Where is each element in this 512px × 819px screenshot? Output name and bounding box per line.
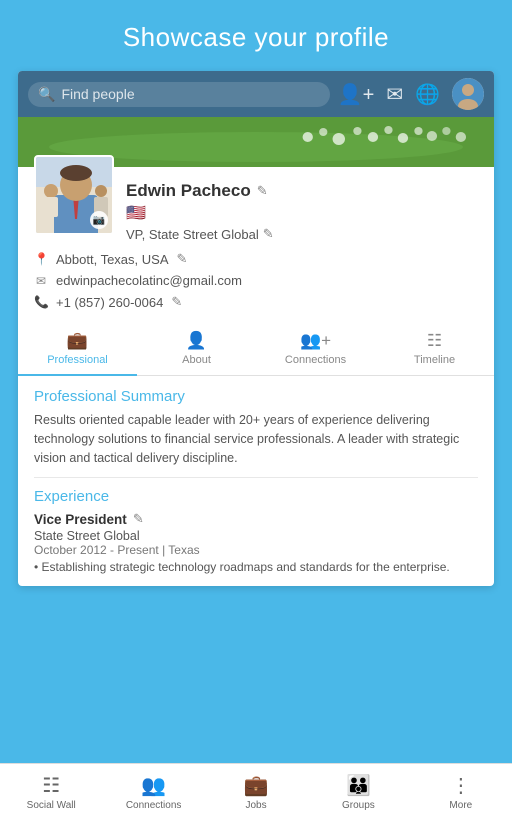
profile-title: VP, State Street Global ✎ [126, 226, 478, 242]
search-bar: 🔍 👤+ ✉ 🌐 [18, 71, 494, 117]
nav-jobs-label: Jobs [245, 800, 266, 811]
location-icon: 📍 [34, 252, 48, 266]
app-header: Showcase your profile [0, 0, 512, 71]
tab-about[interactable]: 👤 About [137, 323, 256, 375]
location-text: Abbott, Texas, USA [56, 252, 169, 267]
phone-text: +1 (857) 260-0064 [56, 295, 163, 310]
profile-name: Edwin Pacheco [126, 181, 251, 201]
profile-section: 📷 Edwin Pacheco ✎ 🇺🇸 VP, State Street Gl… [18, 167, 494, 242]
nav-groups-label: Groups [342, 800, 375, 811]
tab-professional[interactable]: 💼 Professional [18, 323, 137, 376]
nav-jobs[interactable]: 💼 Jobs [205, 764, 307, 819]
search-action-icons: 👤+ ✉ 🌐 [338, 78, 484, 110]
profile-name-row: Edwin Pacheco ✎ [126, 181, 478, 201]
globe-icon[interactable]: 🌐 [415, 82, 440, 107]
app-background: Showcase your profile 🔍 👤+ ✉ 🌐 [0, 0, 512, 586]
professional-summary-section: ✎ Professional Summary Results oriented … [34, 388, 478, 467]
search-icon: 🔍 [38, 86, 55, 103]
nav-social-wall-label: Social Wall [27, 800, 76, 811]
summary-section-title: Professional Summary [34, 388, 478, 405]
tab-connections[interactable]: 👥+ Connections [256, 323, 375, 375]
summary-text: Results oriented capable leader with 20+… [34, 411, 478, 467]
jobs-nav-icon: 💼 [244, 773, 269, 798]
edit-summary-icon[interactable]: ✎ [466, 376, 478, 377]
tab-timeline[interactable]: ☷ Timeline [375, 323, 494, 375]
tab-professional-label: Professional [47, 354, 108, 366]
tab-connections-label: Connections [285, 354, 346, 366]
nav-connections-label: Connections [126, 800, 182, 811]
people-icon: 👥+ [300, 331, 331, 351]
people-connect-icon[interactable]: 👤+ [338, 82, 375, 107]
camera-icon[interactable]: 📷 [90, 211, 108, 229]
message-icon[interactable]: ✉ [386, 82, 403, 107]
tab-timeline-label: Timeline [414, 354, 455, 366]
edit-location-icon[interactable]: ✎ [177, 251, 188, 267]
profile-flag-row: 🇺🇸 [126, 203, 478, 223]
experience-section: Experience Vice President ✎ State Street… [34, 488, 478, 574]
person-icon: 👤 [186, 331, 207, 351]
profile-card: 🔍 👤+ ✉ 🌐 [18, 71, 494, 586]
edit-phone-icon[interactable]: ✎ [171, 294, 182, 310]
location-row: 📍 Abbott, Texas, USA ✎ [34, 248, 478, 270]
nav-social-wall[interactable]: ☷ Social Wall [0, 764, 102, 819]
edit-title-icon[interactable]: ✎ [263, 226, 274, 242]
country-flag: 🇺🇸 [126, 205, 146, 222]
job-company: State Street Global [34, 529, 478, 543]
nav-connections[interactable]: 👥 Connections [102, 764, 204, 819]
profile-title-text: VP, State Street Global [126, 227, 259, 242]
search-input[interactable] [61, 86, 319, 102]
experience-section-title: Experience [34, 488, 478, 505]
email-row: ✉ edwinpachecolatinc@gmail.com [34, 270, 478, 291]
more-nav-icon: ⋮ [451, 773, 471, 798]
groups-nav-icon: 👪 [346, 773, 371, 798]
phone-icon: 📞 [34, 295, 48, 309]
edit-experience-icon[interactable]: ✎ [133, 511, 144, 527]
content-area: ✎ Professional Summary Results oriented … [18, 376, 494, 586]
search-input-wrapper[interactable]: 🔍 [28, 82, 330, 107]
social-wall-icon: ☷ [42, 773, 60, 798]
profile-details: 📍 Abbott, Texas, USA ✎ ✉ edwinpachecolat… [18, 242, 494, 313]
job-dates: October 2012 - Present | Texas [34, 543, 478, 557]
job-title-row: Vice President ✎ [34, 511, 478, 527]
phone-row: 📞 +1 (857) 260-0064 ✎ [34, 291, 478, 313]
profile-tabs: 💼 Professional 👤 About 👥+ Connections ☷ … [18, 323, 494, 376]
tab-about-label: About [182, 354, 211, 366]
section-divider [34, 477, 478, 478]
nav-more-label: More [449, 800, 472, 811]
email-icon: ✉ [34, 274, 48, 288]
job-title: Vice President [34, 512, 127, 527]
briefcase-icon: 💼 [67, 331, 88, 351]
app-tagline: Showcase your profile [20, 22, 492, 53]
email-text: edwinpachecolatinc@gmail.com [56, 273, 242, 288]
nav-groups[interactable]: 👪 Groups [307, 764, 409, 819]
connections-nav-icon: 👥 [141, 773, 166, 798]
profile-right: Edwin Pacheco ✎ 🇺🇸 VP, State Street Glob… [126, 175, 478, 242]
job-bullet: • Establishing strategic technology road… [34, 560, 478, 574]
profile-photo[interactable]: 📷 [34, 155, 114, 235]
user-avatar[interactable] [452, 78, 484, 110]
bottom-nav: ☷ Social Wall 👥 Connections 💼 Jobs 👪 Gro… [0, 763, 512, 819]
nav-more[interactable]: ⋮ More [410, 764, 512, 819]
edit-name-icon[interactable]: ✎ [257, 183, 268, 199]
timeline-icon: ☷ [427, 331, 442, 351]
